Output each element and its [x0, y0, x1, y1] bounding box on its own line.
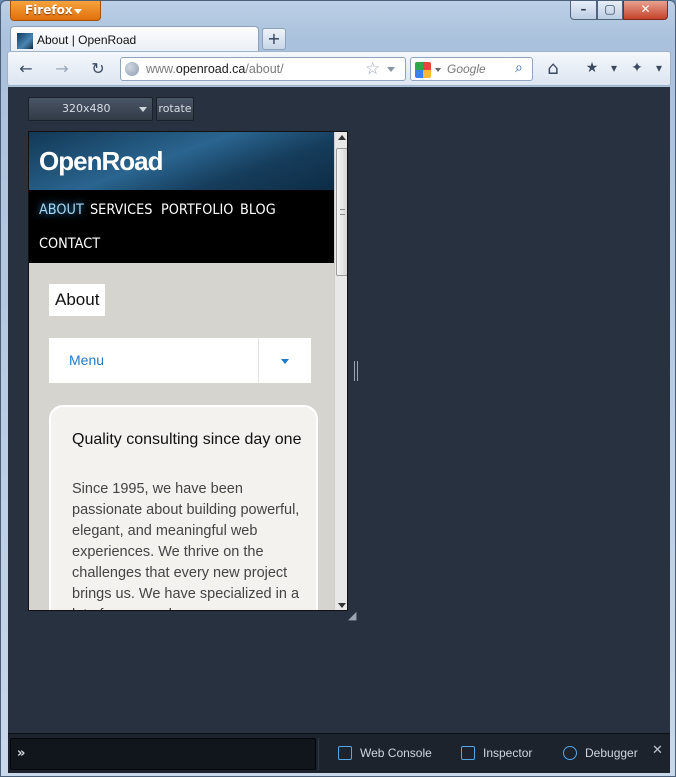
debugger-icon: [563, 746, 577, 760]
minimize-icon: –: [580, 2, 587, 16]
grip-icon: [340, 209, 345, 215]
web-console-label: Web Console: [360, 746, 432, 760]
site-favicon-icon: [17, 33, 33, 49]
resize-corner-handle[interactable]: ◢: [348, 609, 356, 622]
firefox-menu-button[interactable]: Firefox: [10, 1, 101, 21]
section-menu-dropdown[interactable]: Menu: [49, 338, 311, 383]
console-icon: [338, 746, 352, 760]
tab-about-openroad[interactable]: About | OpenRoad: [10, 26, 259, 53]
new-tab-button[interactable]: +: [262, 28, 286, 50]
tab-bar: About | OpenRoad +: [1, 23, 676, 53]
menu-divider: [258, 338, 259, 383]
prompt-icon: »: [17, 746, 26, 761]
inspector-button[interactable]: Inspector: [461, 742, 532, 766]
chevron-down-icon: [74, 9, 82, 14]
inspector-label: Inspector: [483, 746, 533, 760]
maximize-button[interactable]: ▢: [597, 1, 623, 20]
firefox-menu-label: Firefox: [25, 3, 73, 17]
close-icon: ✕: [640, 2, 651, 16]
vertical-scrollbar[interactable]: [334, 132, 347, 610]
google-engine-icon[interactable]: [415, 62, 431, 78]
resize-width-handle[interactable]: [354, 361, 358, 381]
close-devtools-icon[interactable]: ✕: [652, 743, 663, 758]
devtools-bar: » Web Console Inspector Debugger ✕: [8, 733, 670, 773]
page-title: About: [49, 284, 106, 316]
scroll-down-icon[interactable]: [338, 603, 346, 608]
url-prefix: www.: [146, 62, 176, 76]
url-bar[interactable]: www.openroad.ca/about/ ☆: [120, 57, 406, 81]
chevron-down-icon: [139, 107, 147, 112]
inspector-icon: [461, 746, 475, 760]
content-area: 320x480 rotate OpenRoad ABOUT SERVICES P…: [8, 87, 670, 733]
url-text: www.openroad.ca/about/: [146, 62, 284, 76]
search-placeholder: Google: [447, 62, 486, 76]
nav-item-services[interactable]: SERVICES: [90, 202, 152, 218]
viewport-size-select[interactable]: 320x480: [28, 97, 153, 121]
card-heading: Quality consulting since day one: [72, 431, 302, 448]
url-history-dropdown-icon[interactable]: [387, 67, 395, 72]
home-button[interactable]: ⌂: [541, 58, 565, 80]
nav-item-contact[interactable]: CONTACT: [39, 236, 100, 252]
bookmarks-button[interactable]: ★: [580, 58, 604, 80]
bookmarks-dropdown-icon[interactable]: ▾: [602, 58, 626, 80]
nav-item-blog[interactable]: BLOG: [240, 202, 276, 218]
search-icon[interactable]: ⌕: [515, 60, 523, 76]
engine-dropdown-icon[interactable]: [435, 68, 441, 72]
responsive-viewport: OpenRoad ABOUT SERVICES PORTFOLIO BLOG C…: [28, 131, 348, 611]
devtools-divider: [318, 738, 319, 770]
tab-title: About | OpenRoad: [37, 33, 137, 47]
search-box[interactable]: Google ⌕: [410, 57, 533, 81]
reload-button[interactable]: ↻: [86, 58, 110, 80]
scroll-up-icon[interactable]: [338, 135, 346, 140]
debugger-label: Debugger: [585, 746, 638, 760]
intro-card: Quality consulting since day one Since 1…: [49, 405, 318, 610]
site-nav: ABOUT SERVICES PORTFOLIO BLOG CONTACT: [29, 190, 334, 263]
close-window-button[interactable]: ✕: [623, 1, 668, 20]
nav-item-about[interactable]: ABOUT: [39, 202, 84, 218]
navigation-toolbar: ← → ↻ www.openroad.ca/about/ ☆ Google ⌕ …: [7, 51, 671, 86]
chevron-down-icon: [281, 359, 289, 364]
site-logo[interactable]: OpenRoad: [39, 146, 163, 177]
command-line-input[interactable]: »: [10, 738, 316, 770]
site-header: OpenRoad: [29, 132, 334, 190]
scrollbar-thumb[interactable]: [336, 148, 347, 276]
globe-icon: [125, 62, 139, 76]
web-console-button[interactable]: Web Console: [338, 742, 432, 766]
bookmark-star-icon[interactable]: ☆: [365, 59, 380, 79]
nav-item-portfolio[interactable]: PORTFOLIO: [161, 202, 233, 218]
url-domain: openroad.ca: [175, 62, 246, 76]
toolbar-menu-dropdown-icon[interactable]: ▾: [647, 58, 671, 80]
rotate-button[interactable]: rotate: [156, 97, 194, 121]
card-body: Since 1995, we have been passionate abou…: [72, 481, 300, 610]
back-button[interactable]: ←: [14, 58, 38, 80]
viewport-size-value: 320x480: [62, 102, 111, 115]
addon-icon[interactable]: ✦: [625, 58, 649, 80]
minimize-button[interactable]: –: [570, 1, 597, 20]
maximize-icon: ▢: [604, 2, 616, 16]
forward-button[interactable]: →: [50, 58, 74, 80]
menu-label: Menu: [69, 352, 105, 368]
debugger-button[interactable]: Debugger: [563, 742, 638, 766]
url-path: /about/: [245, 62, 284, 76]
browser-window: Firefox – ▢ ✕ About | OpenRoad + ← → ↻ w…: [0, 0, 676, 777]
